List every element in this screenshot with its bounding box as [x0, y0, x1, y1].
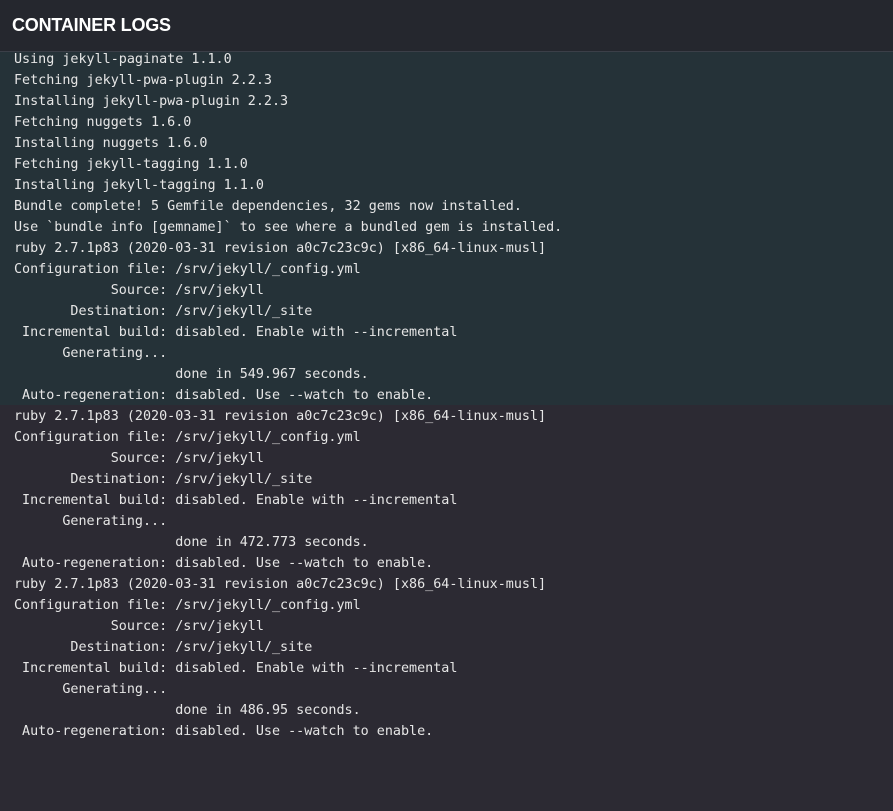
log-lines: Using jekyll-paginate 1.1.0 Fetching jeky…	[14, 52, 562, 742]
log-line: Source: /srv/jekyll	[14, 451, 264, 466]
log-line: Destination: /srv/jekyll/_site	[14, 640, 313, 655]
log-line: Source: /srv/jekyll	[14, 619, 264, 634]
log-line: Fetching jekyll-tagging 1.1.0	[14, 157, 248, 172]
panel-header: CONTAINER LOGS	[0, 0, 893, 52]
log-line: Incremental build: disabled. Enable with…	[14, 493, 458, 508]
container-logs-panel: CONTAINER LOGS Using jekyll-paginate 1.1…	[0, 0, 893, 811]
log-line: Fetching jekyll-pwa-plugin 2.2.3	[14, 73, 272, 88]
log-line: Installing jekyll-pwa-plugin 2.2.3	[14, 94, 289, 109]
log-line: Configuration file: /srv/jekyll/_config.…	[14, 262, 361, 277]
log-line: ruby 2.7.1p83 (2020-03-31 revision a0c7c…	[14, 409, 547, 424]
log-line: Installing jekyll-tagging 1.1.0	[14, 178, 264, 193]
log-line: Incremental build: disabled. Enable with…	[14, 325, 458, 340]
log-line: Generating...	[14, 346, 168, 361]
log-line: Auto-regeneration: disabled. Use --watch…	[14, 724, 434, 739]
log-line: Source: /srv/jekyll	[14, 283, 264, 298]
log-line: Use `bundle info [gemname]` to see where…	[14, 220, 563, 235]
log-line: Generating...	[14, 514, 168, 529]
log-line: Generating...	[14, 682, 168, 697]
log-line: Auto-regeneration: disabled. Use --watch…	[14, 388, 434, 403]
log-line: Auto-regeneration: disabled. Use --watch…	[14, 556, 434, 571]
log-line: done in 549.967 seconds.	[14, 367, 369, 382]
log-line: done in 472.773 seconds.	[14, 535, 369, 550]
log-line: ruby 2.7.1p83 (2020-03-31 revision a0c7c…	[14, 577, 547, 592]
log-line: Installing nuggets 1.6.0	[14, 136, 208, 151]
log-line: Bundle complete! 5 Gemfile dependencies,…	[14, 199, 522, 214]
log-line: Destination: /srv/jekyll/_site	[14, 304, 313, 319]
log-line: Configuration file: /srv/jekyll/_config.…	[14, 598, 361, 613]
panel-title: CONTAINER LOGS	[12, 15, 171, 35]
log-line: Configuration file: /srv/jekyll/_config.…	[14, 430, 361, 445]
log-line: Using jekyll-paginate 1.1.0	[14, 52, 232, 67]
log-line: ruby 2.7.1p83 (2020-03-31 revision a0c7c…	[14, 241, 547, 256]
log-line: Destination: /srv/jekyll/_site	[14, 472, 313, 487]
log-line: done in 486.95 seconds.	[14, 703, 361, 718]
log-output[interactable]: Using jekyll-paginate 1.1.0 Fetching jeky…	[0, 52, 893, 811]
log-line: Fetching nuggets 1.6.0	[14, 115, 192, 130]
log-line: Incremental build: disabled. Enable with…	[14, 661, 458, 676]
